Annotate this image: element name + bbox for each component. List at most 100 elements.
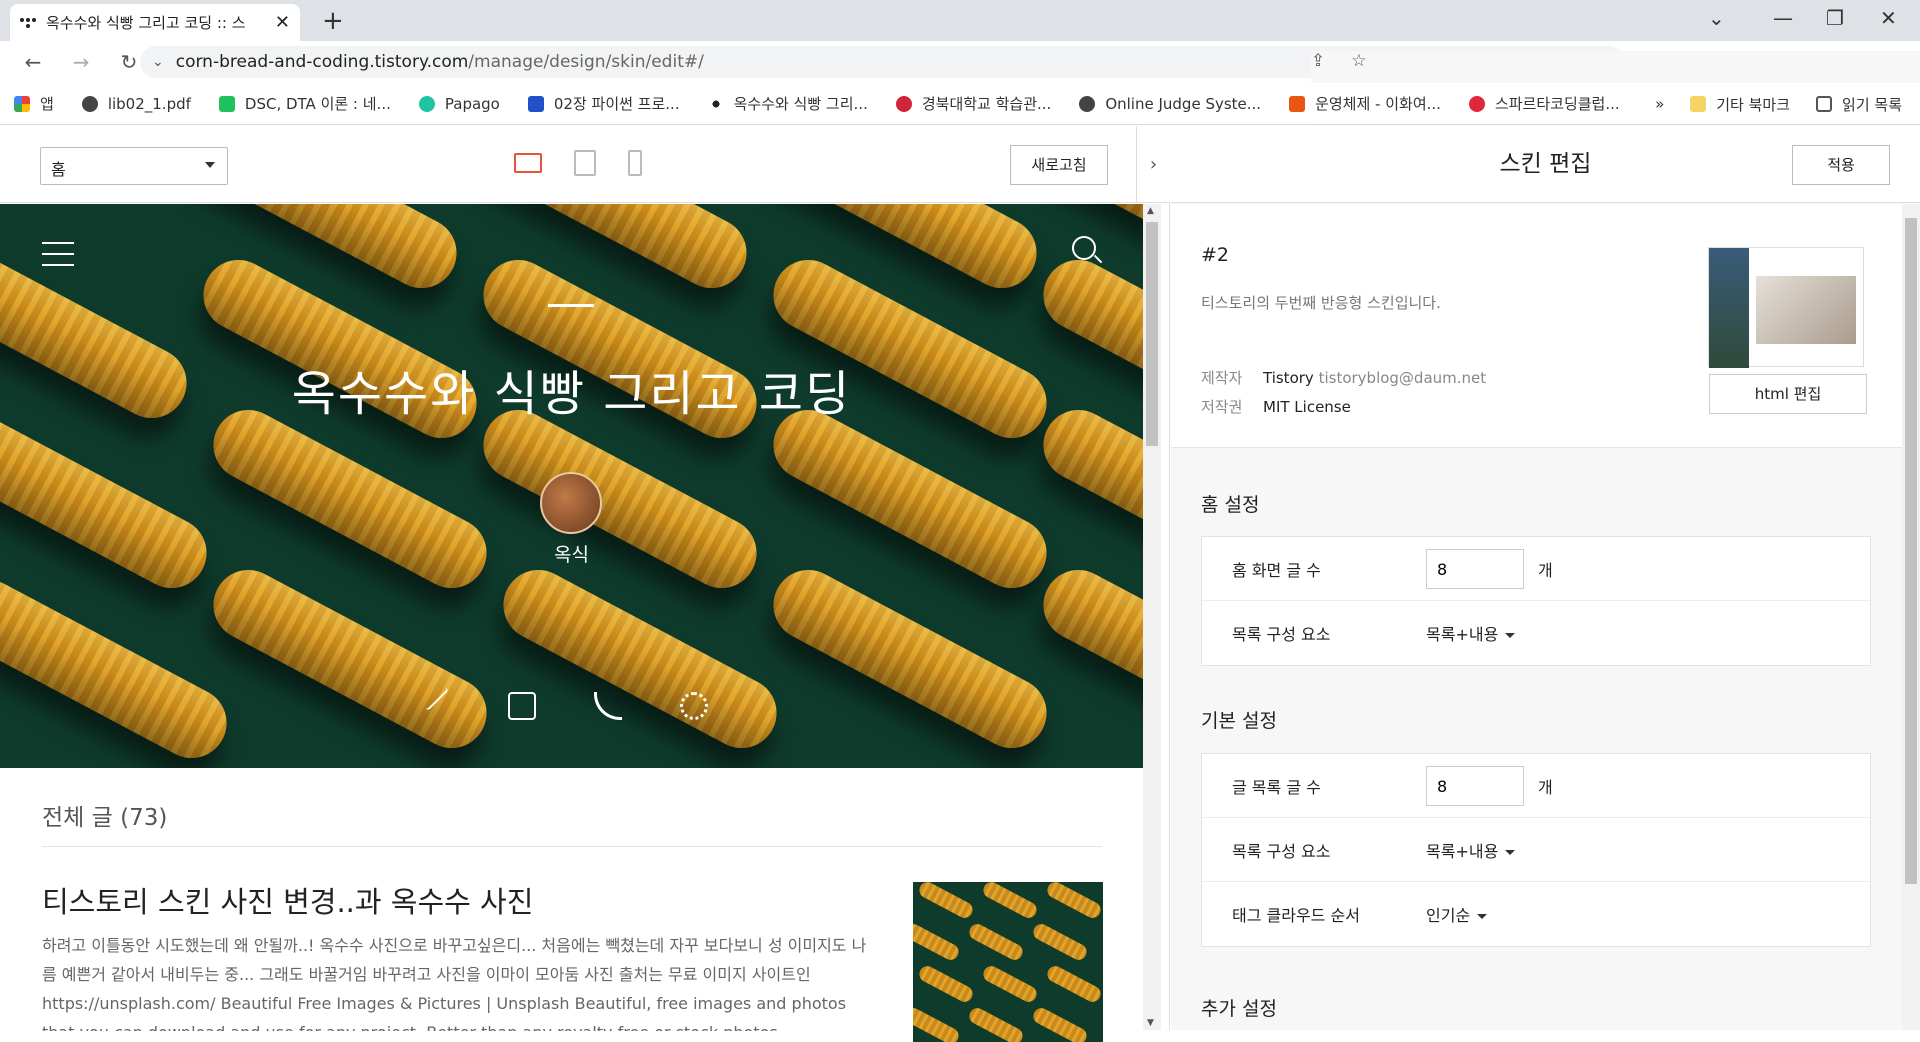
author-name: Tistory [1263, 369, 1314, 387]
heart-icon [1468, 95, 1485, 112]
home-list-elements-row: 목록 구성 요소 목록+내용 [1202, 601, 1870, 665]
bookmarks-bar: 앱 lib02_1.pdf DSC, DTA 이론 : 네... Papago … [0, 83, 1920, 125]
hamburger-menu-icon[interactable] [42, 242, 74, 275]
bookmark-item[interactable]: 운영체제 - 이화여... [1289, 93, 1441, 114]
unit-label: 개 [1538, 778, 1553, 797]
skin-info-card: #2 티스토리의 두번째 반응형 스킨입니다. 제작자 Tistory tisto… [1171, 204, 1902, 448]
mobile-view-icon[interactable] [628, 150, 642, 176]
post-thumbnail[interactable] [913, 882, 1103, 1042]
post-summary[interactable]: 하려고 이틀동안 시도했는데 왜 안될까..! 옥수수 사진으로 바꾸고싶은디.… [42, 931, 872, 1031]
bookmark-label: lib02_1.pdf [107, 94, 191, 113]
minimize-icon[interactable]: — [1773, 6, 1793, 30]
url-path: /manage/design/skin/edit#/ [468, 52, 704, 72]
title-divider [548, 304, 594, 307]
guestbook-icon[interactable] [508, 692, 536, 720]
home-list-elements-label: 목록 구성 요소 [1232, 625, 1331, 644]
home-post-count-input[interactable] [1426, 549, 1524, 589]
apply-button[interactable]: 적용 [1792, 145, 1890, 185]
bookmark-item[interactable]: Papago [418, 95, 500, 113]
tablet-view-icon[interactable] [574, 150, 596, 176]
forward-icon[interactable]: → [66, 50, 96, 74]
editor-scrollbar[interactable] [1902, 204, 1920, 1030]
basic-list-elements-dropdown[interactable]: 목록+내용 [1426, 838, 1515, 862]
url-host: corn-bread-and-coding.tistory.com [175, 52, 469, 72]
preview-scrollbar[interactable]: ▲ ▼ [1143, 204, 1161, 1030]
bookmark-item[interactable]: lib02_1.pdf [81, 94, 191, 113]
home-list-elements-dropdown[interactable]: 목록+내용 [1426, 621, 1515, 645]
blog-title[interactable]: 옥수수와 식빵 그리고 코딩 [0, 354, 1143, 424]
extra-settings-heading: 추가 설정 [1201, 998, 1277, 1020]
tistory-icon [707, 95, 724, 112]
basic-list-elements-row: 목록 구성 요소 목록+내용 [1202, 818, 1870, 882]
list-count-label: 글 목록 글 수 [1232, 778, 1321, 797]
page-select[interactable]: 홈 [40, 147, 228, 185]
tab-search-icon[interactable]: ⌄ [1708, 6, 1725, 30]
globe-icon [81, 95, 98, 112]
bookmark-item[interactable]: 경북대학교 학습관... [895, 93, 1051, 114]
folder-icon [1690, 96, 1707, 112]
preview-toolbar: 홈 새로고침 › [0, 126, 1170, 203]
address-bar[interactable]: ⌄ corn-bread-and-coding.tistory.com/mana… [140, 46, 1920, 955]
new-tab-icon[interactable]: + [322, 6, 344, 36]
basic-list-elements-label: 목록 구성 요소 [1232, 842, 1331, 861]
bookmark-label: DSC, DTA 이론 : 네... [244, 95, 391, 113]
bookmark-label: 앱 [40, 95, 54, 113]
skin-description: 티스토리의 두번째 반응형 스킨입니다. [1201, 294, 1441, 312]
chevron-down-icon [205, 162, 215, 168]
back-icon[interactable]: ← [18, 50, 48, 74]
tag-order-row: 태그 클라우드 순서 인기순 [1202, 882, 1870, 946]
basic-settings-card: 글 목록 글 수 개 목록 구성 요소 목록+내용 태그 클라우드 순서 인기순 [1201, 753, 1871, 947]
desktop-view-icon[interactable] [514, 153, 542, 173]
browser-tab[interactable]: 옥수수와 식빵 그리고 코딩 :: 스 ✕ [10, 4, 300, 41]
search-icon[interactable] [1072, 236, 1096, 260]
list-count-input[interactable] [1426, 766, 1524, 806]
bookmark-item[interactable]: 스파르타코딩클럽... [1468, 93, 1620, 114]
window-close-icon[interactable]: ✕ [1880, 6, 1897, 30]
html-edit-button[interactable]: html 편집 [1709, 374, 1867, 414]
globe-icon [1079, 95, 1096, 112]
bookmark-label: Online Judge Syste... [1105, 94, 1262, 113]
bookmark-apps[interactable]: 앱 [14, 93, 54, 114]
tag-order-dropdown[interactable]: 인기순 [1426, 902, 1487, 926]
close-tab-icon[interactable]: ✕ [275, 12, 290, 33]
reading-list[interactable]: 읽기 목록 [1816, 94, 1902, 115]
reading-list-icon [1816, 96, 1833, 112]
author-key: 제작자 [1201, 369, 1243, 387]
browser-titlebar: 옥수수와 식빵 그리고 코딩 :: 스 ✕ + ⌄ — ❐ ✕ [0, 0, 1920, 41]
tag-order-label: 태그 클라우드 순서 [1232, 906, 1360, 925]
bookmark-item[interactable]: 옥수수와 식빵 그리... [707, 93, 868, 114]
folder-label: 기타 북마크 [1716, 95, 1791, 114]
other-bookmarks-folder[interactable]: 기타 북마크 [1690, 94, 1790, 115]
home-post-count-label: 홈 화면 글 수 [1232, 561, 1321, 580]
post-list: 전체 글 (73) 티스토리 스킨 사진 변경..과 옥수수 사진 하려고 이틀… [42, 798, 1103, 1042]
tab-title: 옥수수와 식빵 그리고 코딩 :: 스 [46, 14, 246, 32]
bookmark-label: 스파르타코딩클럽... [1494, 95, 1620, 113]
all-posts-heading[interactable]: 전체 글 (73) [42, 798, 1102, 847]
editor-header: 스킨 편집 적용 [1171, 126, 1920, 203]
bookmark-item[interactable]: Online Judge Syste... [1079, 95, 1261, 113]
blog-icon [218, 95, 235, 112]
skin-preview-pane: 홈 새로고침 › 옥수수와 식빵 그리고 코딩 옥식 ▲ ▼ 전체 글 (73)… [0, 126, 1170, 1042]
browser-toolbar: ← → ↻ ⌄ corn-bread-and-coding.tistory.co… [0, 41, 1920, 955]
refresh-button[interactable]: 새로고침 [1010, 145, 1108, 185]
papago-icon [418, 95, 435, 112]
rss-icon[interactable] [594, 692, 622, 720]
collapse-panel-icon[interactable]: › [1136, 126, 1170, 203]
reading-list-label: 읽기 목록 [1842, 95, 1902, 114]
bookmark-item[interactable]: 02장 파이썬 프로... [527, 93, 680, 114]
skin-meta: 제작자 Tistory tistoryblog@daum.net 저작권 MIT L… [1201, 364, 1486, 422]
bookmark-label: 옥수수와 식빵 그리... [733, 95, 868, 113]
gear-icon[interactable] [680, 692, 708, 720]
license-value: MIT License [1263, 398, 1351, 416]
page-select-value: 홈 [51, 160, 66, 179]
blog-nickname: 옥식 [554, 544, 589, 566]
author-email: tistoryblog@daum.net [1318, 369, 1487, 387]
bookmark-label: 운영체제 - 이화여... [1315, 95, 1441, 113]
restore-icon[interactable]: ❐ [1826, 6, 1844, 30]
bookmarks-overflow-button[interactable]: » [1655, 95, 1664, 113]
skin-number: #2 [1201, 244, 1230, 266]
site-info-icon[interactable]: ⌄ [152, 54, 164, 70]
avatar[interactable] [540, 472, 602, 534]
bookmark-item[interactable]: DSC, DTA 이론 : 네... [218, 93, 391, 114]
tistory-icon [20, 15, 36, 31]
